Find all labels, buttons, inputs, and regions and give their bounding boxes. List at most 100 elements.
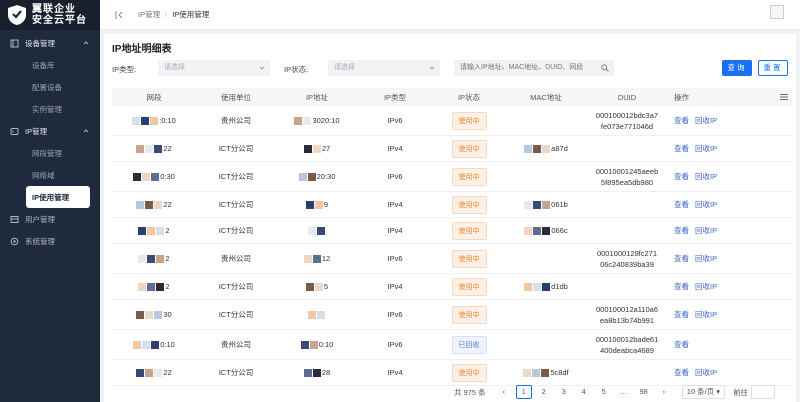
- segment-cell: 0:30: [112, 162, 196, 191]
- pagination: 共 975 条 ‹ 1 2 3 4 5... 98 › 10 条/页 ▾ 前往: [454, 385, 776, 399]
- segment-cell: 30: [112, 300, 196, 329]
- view-link[interactable]: 查看: [674, 253, 689, 264]
- breadcrumb-parent[interactable]: IP管理: [138, 10, 160, 19]
- sidebar-group-3[interactable]: 系统管理: [0, 230, 100, 252]
- recycle-ip-link[interactable]: 回收IP: [695, 309, 717, 320]
- recycle-ip-link[interactable]: 回收IP: [695, 253, 717, 264]
- breadcrumb-separator: /: [165, 10, 168, 19]
- duid-line: 0001000129fc271: [596, 248, 658, 258]
- ip-status-cell: 使用中: [432, 162, 506, 191]
- redacted-block: [133, 340, 142, 349]
- page-button[interactable]: 3: [556, 385, 572, 399]
- redacted-block: [303, 144, 312, 153]
- total-count: 共 975 条: [454, 387, 486, 397]
- recycle-ip-link[interactable]: 回收IP: [695, 281, 717, 292]
- mac-cell: [506, 106, 586, 135]
- sidebar-group-0[interactable]: 设备管理: [0, 32, 100, 54]
- recycle-ip-link[interactable]: 回收IP: [695, 367, 717, 378]
- view-link[interactable]: 查看: [674, 171, 689, 182]
- redacted-block: [314, 200, 323, 209]
- recycle-ip-link[interactable]: 回收IP: [695, 143, 717, 154]
- status-badge: 已回收: [451, 335, 487, 354]
- search-icon[interactable]: [601, 64, 609, 72]
- duid-line: 000100012bdc3a7: [595, 110, 659, 120]
- ip-table: 网段 使用单位 IP地址 IP类型 IP状态 MAC地址 DUID 操作 :0:10 贵州公司 3…: [112, 88, 792, 386]
- status-badge: 使用中: [451, 363, 487, 382]
- redacted-block: [317, 310, 325, 319]
- mac-cell: 5c8df: [506, 360, 586, 385]
- duid-line: 400deabca4689: [600, 345, 654, 355]
- table-body: :0:10 贵州公司 3020:10 IPv6 使用中 000100012bdc3a7 fe…: [112, 106, 792, 386]
- redacted-block: [533, 226, 542, 235]
- view-link[interactable]: 查看: [674, 339, 689, 350]
- view-link[interactable]: 查看: [674, 115, 689, 126]
- sidebar-item-0-1[interactable]: 配置设备: [0, 76, 100, 98]
- collapse-sidebar-button[interactable]: [108, 4, 130, 26]
- view-link[interactable]: 查看: [674, 281, 689, 292]
- ip-status-select[interactable]: 请选择: [328, 60, 440, 76]
- page-size-select[interactable]: 10 条/页 ▾: [681, 385, 726, 399]
- recycle-ip-link[interactable]: 回收IP: [695, 199, 717, 210]
- view-link[interactable]: 查看: [674, 367, 689, 378]
- ip-type-cell: IPv6: [387, 340, 403, 349]
- mac-cell: a87d: [506, 136, 586, 161]
- redacted-block: [314, 282, 323, 291]
- sidebar-group-1[interactable]: IP管理: [0, 120, 100, 142]
- mac-text: 061b: [551, 200, 568, 209]
- reset-button[interactable]: 重置: [758, 60, 788, 76]
- view-link[interactable]: 查看: [674, 309, 689, 320]
- sidebar-item-1-0[interactable]: 网段管理: [0, 142, 100, 164]
- page-button[interactable]: ...: [616, 385, 632, 399]
- prev-page-button[interactable]: ‹: [496, 385, 512, 399]
- view-link[interactable]: 查看: [674, 199, 689, 210]
- search-input[interactable]: [454, 60, 614, 76]
- chevron-down-icon: [259, 66, 265, 70]
- ip-type-cell: IPv4: [387, 282, 403, 291]
- logo-line-1: 翼联企业: [32, 4, 76, 15]
- next-page-button[interactable]: ›: [656, 385, 672, 399]
- jump-page-input[interactable]: [751, 385, 776, 399]
- breadcrumb: IP管理 / IP使用管理: [138, 9, 209, 20]
- recycle-ip-link[interactable]: 回收IP: [695, 115, 717, 126]
- duid-cell: 00010001245aeeb 5f895ea5db980: [586, 162, 668, 191]
- table-row: 22 ICT分公司 27 IPv4 使用中 a87d 查看 回收IP: [112, 136, 792, 162]
- recycle-ip-link[interactable]: 回收IP: [695, 171, 717, 182]
- mac-text: 066c: [551, 226, 568, 235]
- operations-cell: 查看 回收IP: [668, 360, 772, 385]
- chevron-down-icon: [429, 66, 435, 70]
- page-button[interactable]: 98: [636, 385, 652, 399]
- view-link[interactable]: 查看: [674, 143, 689, 154]
- sidebar-item-0-0[interactable]: 设备库: [0, 54, 100, 76]
- page-button[interactable]: 2: [536, 385, 552, 399]
- ip-cell: 9: [276, 192, 358, 217]
- redacted-block: [542, 282, 551, 291]
- ip-text: 0:10: [318, 340, 334, 349]
- recycle-ip-link[interactable]: 回收IP: [695, 225, 717, 236]
- page-button[interactable]: 4: [576, 385, 592, 399]
- ip-status-cell: 使用中: [432, 300, 506, 329]
- page-button[interactable]: 1: [515, 385, 532, 399]
- duid-cell: [586, 218, 668, 243]
- page-button[interactable]: 5: [596, 385, 612, 399]
- segment-cell: :0:10: [112, 106, 196, 135]
- operations-cell: 查看 回收IP: [668, 136, 772, 161]
- sidebar-group-label: 用户管理: [25, 214, 55, 224]
- ip-type-select[interactable]: 请选择: [158, 60, 270, 76]
- view-link[interactable]: 查看: [674, 225, 689, 236]
- avatar[interactable]: [770, 5, 784, 19]
- mac-cell: [506, 162, 586, 191]
- ip-status-cell: 使用中: [432, 218, 506, 243]
- column-settings-icon[interactable]: [780, 93, 788, 101]
- sidebar-item-1-2[interactable]: IP使用管理: [26, 186, 90, 208]
- sidebar-item-0-2[interactable]: 实例管理: [0, 98, 100, 120]
- table-row: 0:10 贵州公司 0:10 IPv6 已回收 000100012bade61 400dea…: [112, 330, 792, 360]
- sidebar-group-2[interactable]: 用户管理: [0, 208, 100, 230]
- table-row: 22 ICT分公司 28 IPv4 使用中 5c8df 查看 回收IP: [112, 360, 792, 386]
- duid-line: ea8b13b74b991: [599, 315, 655, 325]
- redacted-block: [312, 368, 321, 377]
- logo-line-2: 安全云平台: [32, 15, 87, 26]
- user-icon: [10, 215, 19, 223]
- sidebar-item-1-1[interactable]: 网络域: [0, 164, 100, 186]
- segment-cell: 22: [112, 360, 196, 385]
- query-button[interactable]: 查询: [722, 60, 752, 76]
